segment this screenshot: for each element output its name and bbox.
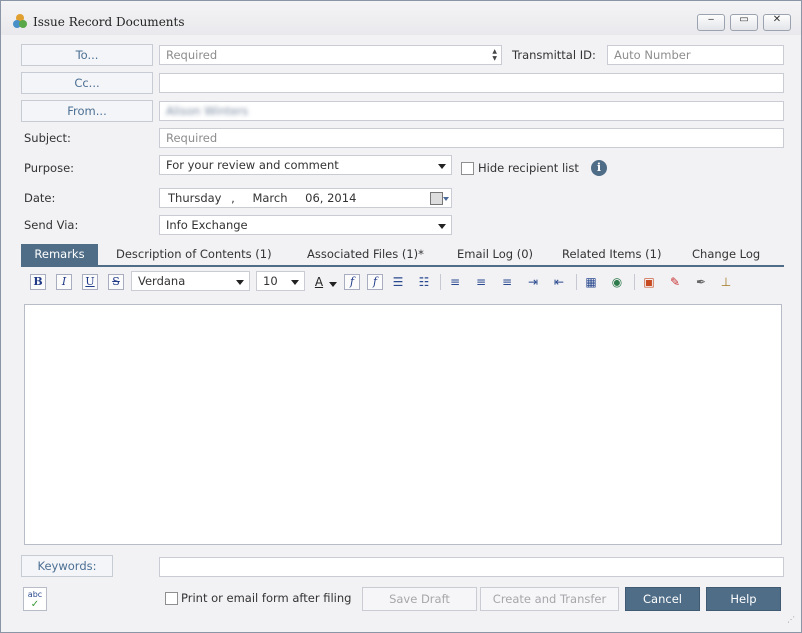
info-icon[interactable]: i	[591, 160, 607, 176]
outdent-icon[interactable]: ⇤	[551, 274, 567, 290]
save-draft-button[interactable]: Save Draft	[362, 587, 477, 611]
maximize-icon: ▭	[739, 14, 749, 25]
spellcheck-icon[interactable]: abc ✓	[23, 587, 47, 611]
bold-icon[interactable]: B	[30, 274, 46, 290]
function-icon[interactable]: f	[344, 274, 360, 290]
edit-document-icon[interactable]: ✎	[667, 274, 683, 290]
maximize-button[interactable]: ▭	[730, 14, 758, 31]
toolbar-separator	[440, 274, 441, 290]
transmittal-id-label: Transmittal ID:	[512, 48, 596, 62]
bulleted-list-icon[interactable]: ☰	[390, 274, 406, 290]
tab-email-log[interactable]: Email Log (0)	[457, 244, 533, 265]
tab-change-log[interactable]: Change Log	[692, 244, 760, 265]
date-separator: ,	[231, 191, 235, 205]
align-center-icon[interactable]: ≡	[473, 274, 489, 290]
chevron-down-icon	[438, 224, 446, 229]
font-color-icon[interactable]: A	[311, 274, 327, 290]
send-via-label: Send Via:	[24, 218, 79, 232]
transmittal-id-field: Auto Number	[607, 45, 784, 65]
indent-icon[interactable]: ⇥	[525, 274, 541, 290]
align-right-icon[interactable]: ≡	[499, 274, 515, 290]
tab-related-items[interactable]: Related Items (1)	[562, 244, 661, 265]
close-icon: ✕	[772, 14, 782, 25]
spellcheck-text: abc	[27, 590, 43, 599]
chevron-down-icon	[438, 164, 446, 169]
underline-icon[interactable]: U	[82, 274, 98, 290]
insert-image-icon[interactable]: ▣	[641, 274, 657, 290]
cc-button[interactable]: Cc...	[21, 72, 153, 94]
chevron-down-icon[interactable]	[329, 282, 337, 287]
cancel-button[interactable]: Cancel	[625, 587, 700, 611]
tab-bar: Remarks Description of Contents (1) Asso…	[21, 244, 784, 267]
subject-label: Subject:	[24, 131, 71, 145]
chevron-down-icon	[236, 280, 244, 285]
send-via-value: Info Exchange	[166, 218, 248, 232]
to-placeholder: Required	[166, 48, 218, 62]
title-bar[interactable]: Issue Record Documents ‒ ▭ ✕	[1, 1, 801, 35]
hide-recipient-label: Hide recipient list	[478, 161, 579, 175]
align-left-icon[interactable]: ≡	[447, 274, 463, 290]
cc-field[interactable]	[159, 73, 784, 93]
spinner-icon[interactable]: ▲ ▼	[492, 48, 497, 62]
print-after-filing-label: Print or email form after filing	[181, 591, 352, 605]
app-logo-icon	[13, 14, 27, 28]
close-button[interactable]: ✕	[763, 14, 791, 31]
purpose-select[interactable]: For your review and comment	[159, 155, 452, 175]
hide-recipient-checkbox[interactable]	[461, 162, 474, 175]
subject-field[interactable]: Required	[159, 128, 784, 148]
font-size-select[interactable]: 10	[256, 271, 305, 291]
chevron-down-icon[interactable]	[443, 197, 449, 201]
from-button[interactable]: From...	[21, 100, 153, 122]
font-family-select[interactable]: Verdana	[131, 271, 250, 291]
date-day-year[interactable]: 06, 2014	[305, 191, 356, 205]
to-button[interactable]: To...	[21, 44, 153, 66]
clear-function-icon[interactable]: f	[367, 274, 383, 290]
chevron-down-icon	[291, 280, 299, 285]
date-label: Date:	[24, 191, 56, 205]
purpose-label: Purpose:	[24, 161, 75, 175]
tab-associated-files[interactable]: Associated Files (1)*	[307, 244, 424, 265]
resize-grip-icon[interactable]: ⋰	[787, 615, 795, 624]
hyperlink-globe-icon[interactable]: ◉	[609, 274, 625, 290]
table-icon[interactable]: ▦	[583, 274, 599, 290]
window-title: Issue Record Documents	[33, 15, 185, 29]
minimize-icon: ‒	[707, 14, 715, 25]
calendar-icon[interactable]	[430, 192, 443, 205]
pen-icon[interactable]: ✒	[693, 274, 709, 290]
print-after-filing-checkbox[interactable]	[165, 592, 178, 605]
send-via-select[interactable]: Info Exchange	[159, 215, 452, 235]
keywords-field[interactable]	[159, 557, 784, 577]
create-and-transfer-button[interactable]: Create and Transfer	[480, 587, 619, 611]
font-size-value: 10	[263, 274, 278, 288]
strikethrough-icon[interactable]: S	[108, 274, 124, 290]
remarks-editor[interactable]	[24, 304, 782, 545]
issue-record-documents-window: Issue Record Documents ‒ ▭ ✕ To... Requi…	[0, 0, 802, 633]
from-field[interactable]: Alison Winters	[159, 101, 784, 121]
tab-description-of-contents[interactable]: Description of Contents (1)	[116, 244, 272, 265]
numbered-list-icon[interactable]: ☷	[416, 274, 432, 290]
from-value: Alison Winters	[166, 104, 249, 118]
font-family-value: Verdana	[138, 274, 186, 288]
minimize-button[interactable]: ‒	[697, 14, 725, 31]
help-button[interactable]: Help	[706, 587, 781, 611]
tab-remarks[interactable]: Remarks	[21, 244, 98, 265]
stamp-icon[interactable]: ⊥	[718, 274, 734, 290]
date-day[interactable]: Thursday	[168, 191, 221, 205]
toolbar-separator	[576, 274, 577, 290]
formatting-toolbar: B I U S Verdana 10 A f f ☰ ☷ ≡ ≡ ≡ ⇥ ⇤ ▦…	[21, 270, 784, 294]
purpose-value: For your review and comment	[166, 158, 339, 172]
date-month[interactable]: March	[252, 191, 287, 205]
date-picker[interactable]: Thursday , March 06, 2014	[159, 188, 452, 208]
keywords-button[interactable]: Keywords:	[21, 555, 113, 577]
toolbar-separator	[634, 274, 635, 290]
to-field[interactable]: Required ▲ ▼	[159, 45, 502, 65]
italic-icon[interactable]: I	[56, 274, 72, 290]
